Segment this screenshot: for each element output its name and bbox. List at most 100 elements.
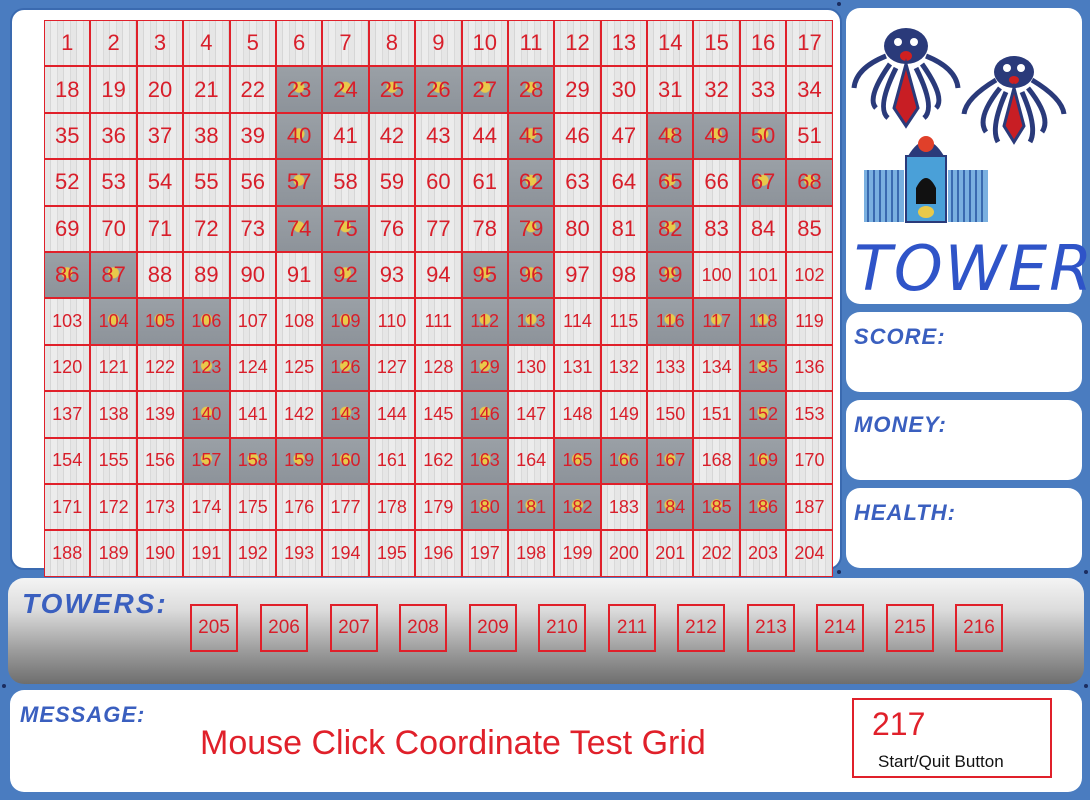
- grid-cell-132[interactable]: 132: [600, 344, 648, 392]
- grid-cell-72[interactable]: 72: [183, 205, 230, 252]
- start-quit-button[interactable]: 217 Start/Quit Button: [852, 698, 1052, 778]
- grid-cell-164[interactable]: 164: [507, 437, 555, 484]
- grid-cell-123[interactable]: 123: [183, 344, 230, 392]
- grid-cell-4[interactable]: 4: [183, 20, 230, 67]
- grid-cell-204[interactable]: 204: [786, 530, 833, 577]
- grid-cell-75[interactable]: 75: [322, 205, 369, 252]
- grid-cell-181[interactable]: 181: [507, 483, 555, 531]
- grid-cell-139[interactable]: 139: [136, 391, 184, 438]
- grid-cell-144[interactable]: 144: [368, 391, 416, 438]
- grid-cell-5[interactable]: 5: [229, 20, 276, 67]
- grid-cell-34[interactable]: 34: [786, 66, 833, 113]
- grid-cell-122[interactable]: 122: [136, 344, 184, 392]
- grid-cell-38[interactable]: 38: [183, 112, 230, 160]
- grid-cell-199[interactable]: 199: [554, 530, 601, 577]
- grid-cell-48[interactable]: 48: [647, 112, 694, 160]
- grid-cell-20[interactable]: 20: [136, 66, 184, 113]
- tower-slot-210[interactable]: 210: [538, 604, 586, 652]
- grid-cell-30[interactable]: 30: [600, 66, 648, 113]
- grid-cell-158[interactable]: 158: [229, 437, 276, 484]
- grid-cell-179[interactable]: 179: [415, 483, 462, 531]
- grid-cell-202[interactable]: 202: [693, 530, 740, 577]
- grid-cell-198[interactable]: 198: [507, 530, 555, 577]
- grid-cell-97[interactable]: 97: [554, 251, 601, 299]
- grid-cell-173[interactable]: 173: [136, 483, 184, 531]
- tower-slot-211[interactable]: 211: [608, 604, 656, 652]
- grid-cell-101[interactable]: 101: [739, 251, 787, 299]
- grid-cell-81[interactable]: 81: [600, 205, 648, 252]
- grid-cell-157[interactable]: 157: [183, 437, 230, 484]
- grid-cell-96[interactable]: 96: [507, 251, 555, 299]
- grid-cell-1[interactable]: 1: [44, 20, 91, 67]
- grid-cell-152[interactable]: 152: [739, 391, 787, 438]
- grid-cell-36[interactable]: 36: [90, 112, 137, 160]
- grid-cell-35[interactable]: 35: [44, 112, 91, 160]
- grid-cell-116[interactable]: 116: [647, 298, 694, 345]
- grid-cell-57[interactable]: 57: [275, 159, 323, 206]
- grid-cell-190[interactable]: 190: [136, 530, 184, 577]
- tower-slot-213[interactable]: 213: [747, 604, 795, 652]
- grid-cell-174[interactable]: 174: [183, 483, 230, 531]
- tower-slot-208[interactable]: 208: [399, 604, 447, 652]
- grid-cell-126[interactable]: 126: [322, 344, 369, 392]
- grid-cell-51[interactable]: 51: [786, 112, 833, 160]
- grid-cell-110[interactable]: 110: [368, 298, 416, 345]
- grid-cell-45[interactable]: 45: [507, 112, 555, 160]
- grid-cell-147[interactable]: 147: [507, 391, 555, 438]
- grid-cell-163[interactable]: 163: [461, 437, 508, 484]
- grid-cell-131[interactable]: 131: [554, 344, 601, 392]
- grid-cell-189[interactable]: 189: [90, 530, 137, 577]
- grid-cell-31[interactable]: 31: [647, 66, 694, 113]
- grid-cell-63[interactable]: 63: [554, 159, 601, 206]
- grid-cell-117[interactable]: 117: [693, 298, 740, 345]
- tower-slot-215[interactable]: 215: [886, 604, 934, 652]
- grid-cell-107[interactable]: 107: [229, 298, 276, 345]
- grid-cell-18[interactable]: 18: [44, 66, 91, 113]
- grid-cell-29[interactable]: 29: [554, 66, 601, 113]
- grid-cell-106[interactable]: 106: [183, 298, 230, 345]
- grid-cell-162[interactable]: 162: [415, 437, 462, 484]
- grid-cell-16[interactable]: 16: [739, 20, 787, 67]
- grid-cell-44[interactable]: 44: [461, 112, 508, 160]
- grid-cell-86[interactable]: 86: [44, 251, 91, 299]
- grid-cell-160[interactable]: 160: [322, 437, 369, 484]
- grid-cell-105[interactable]: 105: [136, 298, 184, 345]
- grid-cell-186[interactable]: 186: [739, 483, 787, 531]
- grid-cell-200[interactable]: 200: [600, 530, 648, 577]
- grid-cell-3[interactable]: 3: [136, 20, 184, 67]
- grid-cell-138[interactable]: 138: [90, 391, 137, 438]
- grid-cell-159[interactable]: 159: [275, 437, 323, 484]
- grid-cell-95[interactable]: 95: [461, 251, 508, 299]
- grid-cell-129[interactable]: 129: [461, 344, 508, 392]
- grid-cell-77[interactable]: 77: [415, 205, 462, 252]
- grid-cell-169[interactable]: 169: [739, 437, 787, 484]
- grid-cell-171[interactable]: 171: [44, 483, 91, 531]
- grid-cell-37[interactable]: 37: [136, 112, 184, 160]
- grid-cell-64[interactable]: 64: [600, 159, 648, 206]
- grid-cell-161[interactable]: 161: [368, 437, 416, 484]
- grid-cell-165[interactable]: 165: [554, 437, 601, 484]
- grid-cell-108[interactable]: 108: [275, 298, 323, 345]
- grid-cell-58[interactable]: 58: [322, 159, 369, 206]
- grid-cell-151[interactable]: 151: [693, 391, 740, 438]
- grid-cell-8[interactable]: 8: [368, 20, 416, 67]
- grid-cell-66[interactable]: 66: [693, 159, 740, 206]
- grid-cell-176[interactable]: 176: [275, 483, 323, 531]
- grid-cell-172[interactable]: 172: [90, 483, 137, 531]
- grid-cell-150[interactable]: 150: [647, 391, 694, 438]
- grid-cell-113[interactable]: 113: [507, 298, 555, 345]
- grid-cell-185[interactable]: 185: [693, 483, 740, 531]
- grid-cell-170[interactable]: 170: [786, 437, 833, 484]
- grid-cell-52[interactable]: 52: [44, 159, 91, 206]
- grid-cell-118[interactable]: 118: [739, 298, 787, 345]
- grid-cell-154[interactable]: 154: [44, 437, 91, 484]
- grid-cell-2[interactable]: 2: [90, 20, 137, 67]
- grid-cell-87[interactable]: 87: [90, 251, 137, 299]
- grid-cell-104[interactable]: 104: [90, 298, 137, 345]
- grid-cell-88[interactable]: 88: [136, 251, 184, 299]
- grid-cell-128[interactable]: 128: [415, 344, 462, 392]
- grid-cell-24[interactable]: 24: [322, 66, 369, 113]
- grid-cell-19[interactable]: 19: [90, 66, 137, 113]
- grid-cell-146[interactable]: 146: [461, 391, 508, 438]
- grid-cell-70[interactable]: 70: [90, 205, 137, 252]
